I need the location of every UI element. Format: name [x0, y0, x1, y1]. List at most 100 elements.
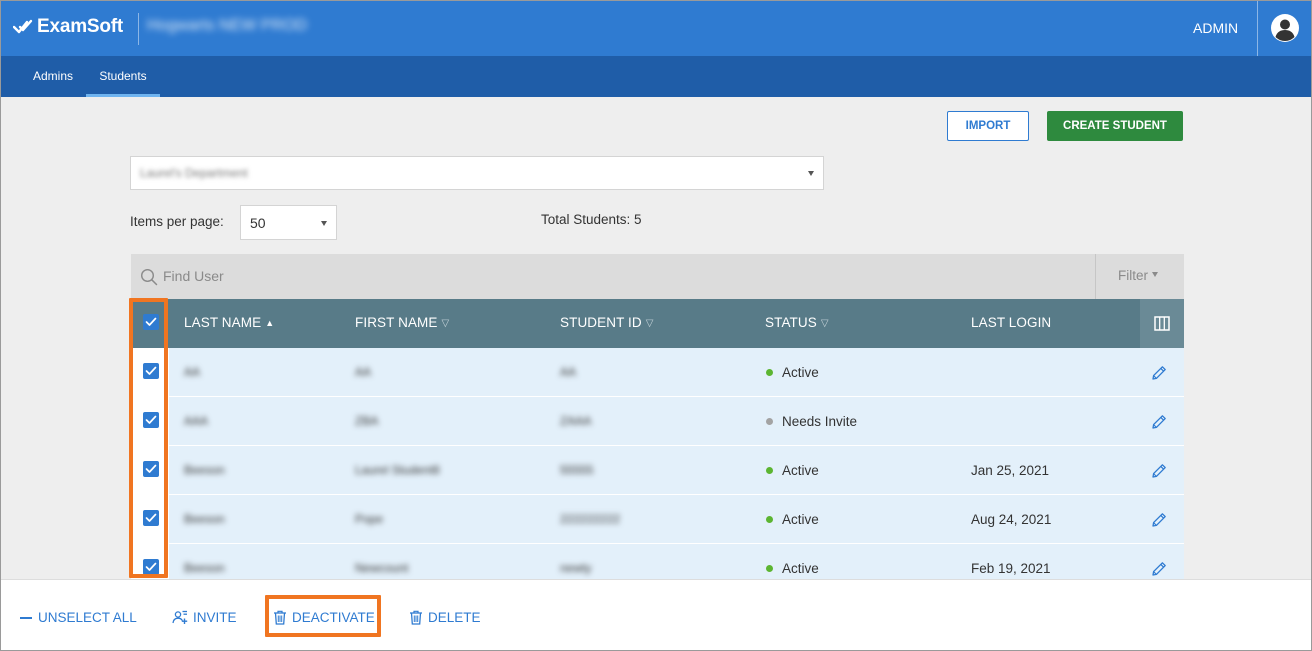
row-checkbox[interactable] — [143, 461, 159, 477]
cell-last-name: AAA — [184, 414, 209, 428]
row-checkbox[interactable] — [143, 412, 159, 428]
sort-icon: ▽ — [441, 318, 450, 329]
invite-button[interactable]: INVITE — [172, 610, 237, 625]
items-per-page-label: Items per page: — [130, 214, 224, 229]
row-select-cell — [131, 544, 169, 579]
column-header-last-login: LAST LOGIN — [971, 315, 1052, 330]
delete-label: DELETE — [428, 610, 481, 625]
check-icon — [145, 366, 157, 375]
cell-last-login: Jan 25, 2021 — [971, 463, 1050, 478]
cell-last-name: Beeson — [184, 463, 225, 477]
row-checkbox[interactable] — [143, 559, 159, 575]
department-select[interactable]: Laurel's Department — [130, 156, 824, 190]
delete-button[interactable]: DELETE — [409, 610, 481, 625]
cell-last-name: AA — [184, 365, 201, 379]
status-header-label: STATUS — [765, 315, 817, 330]
bulk-action-bar: UNSELECT ALL INVITE DEACTIVATE DELETE — [1, 579, 1311, 650]
cell-status: Active — [766, 365, 819, 380]
edit-pencil-icon[interactable] — [1150, 364, 1168, 382]
examsoft-check-icon — [13, 19, 33, 34]
user-role-label[interactable]: ADMIN — [1193, 20, 1238, 36]
cell-first-name: Newcount — [355, 561, 409, 575]
cell-first-name: Pope — [355, 512, 384, 526]
check-icon — [145, 464, 157, 473]
create-student-button[interactable]: CREATE STUDENT — [1047, 111, 1183, 141]
row-select-cell — [131, 495, 169, 543]
edit-pencil-icon[interactable] — [1150, 560, 1168, 578]
tab-students[interactable]: Students — [86, 56, 160, 97]
cell-student-id: newty — [560, 561, 592, 575]
logo-text: ExamSoft — [37, 16, 124, 37]
cell-last-name: Beeson — [184, 512, 225, 526]
cell-first-name: ZBA — [355, 414, 379, 428]
cell-status: Needs Invite — [766, 414, 857, 429]
search-icon — [140, 268, 158, 286]
select-all-checkbox[interactable] — [143, 314, 159, 330]
student-id-header-label: STUDENT ID — [560, 315, 642, 330]
filter-label: Filter — [1118, 268, 1148, 283]
top-bar: ExamSoft Hogwarts NEW PROD ADMIN — [1, 1, 1311, 56]
check-icon — [145, 415, 157, 424]
status-text: Active — [782, 512, 819, 527]
row-checkbox[interactable] — [143, 510, 159, 526]
items-per-page-select[interactable]: 50 — [240, 205, 337, 240]
unselect-all-button[interactable]: UNSELECT ALL — [19, 610, 137, 625]
app-window: ExamSoft Hogwarts NEW PROD ADMIN Admins … — [0, 0, 1312, 651]
nav-bar: Admins Students — [1, 56, 1311, 97]
row-select-cell — [131, 446, 169, 494]
examsoft-logo[interactable]: ExamSoft — [13, 16, 123, 38]
table-row[interactable]: Beeson Laurel Student8 55555 Active Jan 25, … — [131, 446, 1184, 495]
table-row[interactable]: AAA ZBA ZAAA Needs Invite — [131, 397, 1184, 446]
column-header-student-id[interactable]: STUDENT ID ▽ — [560, 315, 654, 330]
cell-student-id: AA — [560, 365, 577, 379]
cell-last-login: Aug 24, 2021 — [971, 512, 1052, 527]
filter-button[interactable]: Filter — [1118, 268, 1158, 283]
table-row[interactable]: Beeson Pope 222222222 Active Aug 24, 2021 — [131, 495, 1184, 544]
status-dot-icon — [766, 516, 773, 523]
status-dot-icon — [766, 418, 773, 425]
cell-student-id: ZAAA — [560, 414, 592, 428]
columns-icon — [1154, 316, 1170, 331]
main-content: IMPORT CREATE STUDENT Laurel's Departmen… — [1, 97, 1311, 579]
items-per-page-value: 50 — [250, 215, 266, 231]
cell-student-id: 222222222 — [560, 512, 621, 526]
cell-last-name: Beeson — [184, 561, 225, 575]
trash-icon — [410, 610, 422, 625]
import-button[interactable]: IMPORT — [947, 111, 1029, 141]
caret-down-icon — [808, 171, 814, 176]
tab-admins[interactable]: Admins — [19, 56, 87, 97]
cell-first-name: AA — [355, 365, 372, 379]
column-header-status[interactable]: STATUS ▽ — [765, 315, 829, 330]
status-text: Needs Invite — [782, 414, 858, 429]
institution-name[interactable]: Hogwarts NEW PROD — [147, 17, 307, 35]
unselect-all-label: UNSELECT ALL — [38, 610, 137, 625]
cell-last-login: Feb 19, 2021 — [971, 561, 1051, 576]
edit-pencil-icon[interactable] — [1150, 413, 1168, 431]
invite-icon — [172, 610, 188, 624]
divider — [1095, 254, 1096, 299]
cell-status: Active — [766, 561, 819, 576]
column-settings-button[interactable] — [1140, 299, 1184, 348]
table-header: LAST NAME ▲ FIRST NAME ▽ STUDENT ID ▽ STATU… — [131, 299, 1184, 348]
row-checkbox[interactable] — [143, 363, 159, 379]
check-icon — [145, 562, 157, 571]
search-bar: Find User Filter — [131, 254, 1184, 299]
status-dot-icon — [766, 565, 773, 572]
find-user-input[interactable]: Find User — [163, 268, 224, 284]
user-avatar-icon[interactable] — [1271, 14, 1299, 42]
select-all-cell — [131, 299, 169, 348]
status-dot-icon — [766, 467, 773, 474]
table-row[interactable]: Beeson Newcount newty Active Feb 19, 2021 — [131, 544, 1184, 579]
column-header-last-name[interactable]: LAST NAME ▲ — [184, 315, 274, 330]
caret-down-icon — [321, 221, 327, 226]
cell-student-id: 55555 — [560, 463, 594, 477]
check-icon — [145, 513, 157, 522]
edit-pencil-icon[interactable] — [1150, 511, 1168, 529]
deactivate-button[interactable]: DEACTIVATE — [273, 610, 375, 625]
edit-pencil-icon[interactable] — [1150, 462, 1168, 480]
column-header-first-name[interactable]: FIRST NAME ▽ — [355, 315, 449, 330]
students-table: LAST NAME ▲ FIRST NAME ▽ STUDENT ID ▽ STATU… — [131, 299, 1184, 579]
row-select-cell — [131, 348, 169, 396]
invite-label: INVITE — [193, 610, 237, 625]
table-row[interactable]: AA AA AA Active — [131, 348, 1184, 397]
